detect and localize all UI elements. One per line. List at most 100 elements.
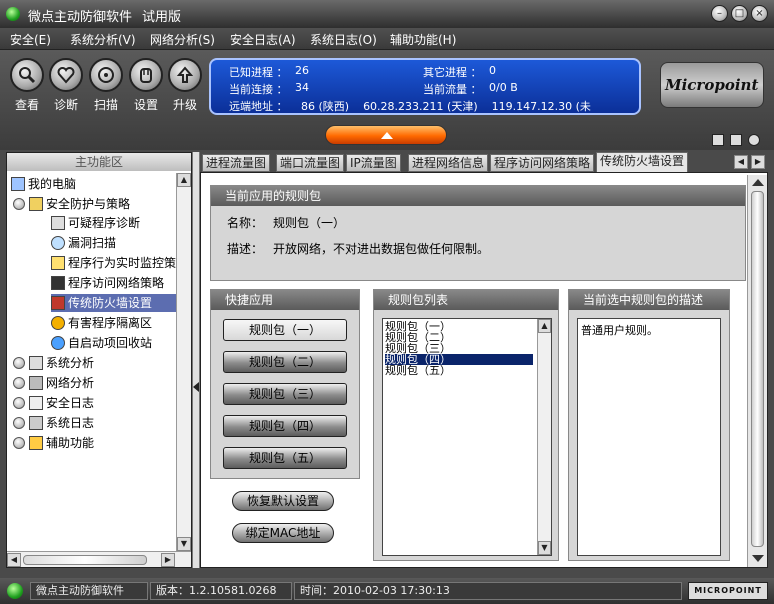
settings-button[interactable]: 设置 xyxy=(126,58,166,113)
known-process-label: 已知进程 ： xyxy=(229,66,288,79)
panel-toggle-button[interactable] xyxy=(325,125,447,145)
menu-system-log[interactable]: 系统日志(O) xyxy=(310,31,377,48)
rule-list-item[interactable]: 规则包（一） xyxy=(385,321,533,332)
tree-quarantine[interactable]: 有害程序隔离区 xyxy=(51,314,152,332)
network-icon xyxy=(51,276,65,290)
diagnose-button[interactable]: 诊断 xyxy=(46,58,86,113)
bind-mac-button[interactable]: 绑定MAC地址 xyxy=(232,523,334,543)
rule-listbox[interactable]: 规则包（一） 规则包（二） 规则包（三） 规则包（四） 规则包（五） ▲ ▼ xyxy=(382,318,552,556)
layout-window-icon[interactable] xyxy=(730,134,742,146)
status-icon xyxy=(7,583,23,599)
tab-program-network-policy[interactable]: 程序访问网络策略 xyxy=(490,154,595,172)
rule-desc-value: 开放网络，不对进出数据包做任何限制。 xyxy=(273,242,490,256)
view-button[interactable]: 查看 xyxy=(7,58,47,113)
micropoint-badge: MICROPOINT xyxy=(688,582,768,600)
scroll-down-icon[interactable]: ▼ xyxy=(177,537,191,551)
upgrade-button[interactable]: 升级 xyxy=(165,58,205,113)
scroll-up-icon[interactable] xyxy=(752,179,764,186)
scroll-down-icon[interactable]: ▼ xyxy=(538,541,551,555)
rule-list-title: 规则包列表 xyxy=(374,290,558,310)
content-vscroll-thumb[interactable] xyxy=(751,191,764,547)
menu-system-analysis[interactable]: 系统分析(V) xyxy=(70,31,136,48)
tree-system-analysis[interactable]: 系统分析 xyxy=(13,354,94,372)
scroll-up-icon[interactable]: ▲ xyxy=(177,173,191,187)
tree-network-analysis[interactable]: 网络分析 xyxy=(13,374,94,392)
quick-rule-3-button[interactable]: 规则包（三） xyxy=(223,383,347,405)
sidebar-hscroll-thumb[interactable] xyxy=(23,555,147,565)
quick-rule-4-button[interactable]: 规则包（四） xyxy=(223,415,347,437)
known-process-value: 26 xyxy=(295,64,309,77)
close-panel-icon[interactable] xyxy=(748,134,760,146)
tree-help-tools[interactable]: 辅助功能 xyxy=(13,434,94,452)
close-icon[interactable]: × xyxy=(751,5,768,22)
tab-next-icon[interactable]: ▶ xyxy=(751,155,765,169)
quick-rule-2-button[interactable]: 规则包（二） xyxy=(223,351,347,373)
expand-icon xyxy=(13,377,25,389)
maximize-icon[interactable]: □ xyxy=(731,5,748,22)
scroll-down-icon[interactable] xyxy=(752,555,764,562)
content-vscroll[interactable] xyxy=(747,175,767,567)
sidebar-hscroll[interactable]: ◀ ▶ xyxy=(7,551,191,567)
rule-list-item-selected[interactable]: 规则包（四） xyxy=(385,354,533,365)
title-bar[interactable]: 微点主动防御软件 试用版 – □ × xyxy=(0,0,774,28)
computer-icon xyxy=(11,177,25,191)
tree-security-policy[interactable]: 安全防护与策略 xyxy=(13,195,130,213)
tree-vuln-scan[interactable]: 漏洞扫描 xyxy=(51,234,116,252)
scroll-up-icon[interactable]: ▲ xyxy=(538,319,551,333)
expand-icon xyxy=(13,417,25,429)
remote-address-label: 远端地址 ： xyxy=(229,100,288,113)
current-rule-group: 当前应用的规则包 名称： 规则包（一） 描述： 开放网络，不对进出数据包做任何限… xyxy=(210,185,746,281)
tree-suspicious-diagnose[interactable]: 可疑程序诊断 xyxy=(51,214,140,232)
connection-label: 当前连接 ： xyxy=(229,83,288,96)
scroll-left-icon[interactable]: ◀ xyxy=(7,553,21,567)
biohazard-icon xyxy=(51,316,65,330)
shield-icon xyxy=(29,197,43,211)
tree-behavior-monitor[interactable]: 程序行为实时监控策 xyxy=(51,254,176,272)
log-icon xyxy=(29,396,43,410)
tree-startup-recycle[interactable]: 自启动项回收站 xyxy=(51,334,152,352)
sidebar-collapse-bar[interactable] xyxy=(192,152,200,568)
minimize-icon[interactable]: – xyxy=(711,5,728,22)
rule-list-item[interactable]: 规则包（三） xyxy=(385,343,533,354)
rule-list-item[interactable]: 规则包（五） xyxy=(385,365,533,376)
tab-ip-traffic[interactable]: IP流量图 xyxy=(346,154,401,172)
menu-network-analysis[interactable]: 网络分析(S) xyxy=(150,31,215,48)
firewall-content: 当前应用的规则包 名称： 规则包（一） 描述： 开放网络，不对进出数据包做任何限… xyxy=(200,172,768,568)
sidebar-vscroll[interactable]: ▲ ▼ xyxy=(176,173,191,551)
menu-help-tools[interactable]: 辅助功能(H) xyxy=(390,31,456,48)
tab-firewall-settings[interactable]: 传统防火墙设置 xyxy=(596,152,689,172)
menu-bar: 安全(E) 系统分析(V) 网络分析(S) 安全日志(A) 系统日志(O) 辅助… xyxy=(0,28,774,50)
rule-desc-label: 描述： xyxy=(227,242,264,256)
tab-prev-icon[interactable]: ◀ xyxy=(734,155,748,169)
menu-security[interactable]: 安全(E) xyxy=(10,31,51,48)
rule-name-label: 名称： xyxy=(227,216,264,230)
app-window: 微点主动防御软件 试用版 – □ × 安全(E) 系统分析(V) 网络分析(S)… xyxy=(0,0,774,604)
scan-button[interactable]: 扫描 xyxy=(86,58,126,113)
hand-icon xyxy=(129,58,163,92)
menu-security-log[interactable]: 安全日志(A) xyxy=(230,31,296,48)
selected-desc-group: 当前选中规则包的描述 普通用户规则。 xyxy=(568,289,730,561)
rule-list-vscroll[interactable]: ▲ ▼ xyxy=(537,319,551,555)
tree-security-log[interactable]: 安全日志 xyxy=(13,394,94,412)
expand-icon xyxy=(13,198,25,210)
restore-default-button[interactable]: 恢复默认设置 xyxy=(232,491,334,511)
tree-system-log[interactable]: 系统日志 xyxy=(13,414,94,432)
tab-process-network[interactable]: 进程网络信息 xyxy=(408,154,489,172)
status-app-name: 微点主动防御软件 xyxy=(30,582,148,600)
traffic-label: 当前流量 ： xyxy=(423,83,482,96)
tree-firewall-settings[interactable]: 传统防火墙设置 xyxy=(51,294,179,312)
tree-my-computer[interactable]: 我的电脑 xyxy=(11,175,76,193)
tab-port-traffic[interactable]: 端口流量图 xyxy=(276,154,345,172)
scroll-right-icon[interactable]: ▶ xyxy=(161,553,175,567)
heart-icon xyxy=(49,58,83,92)
layout-list-icon[interactable] xyxy=(712,134,724,146)
window-title: 微点主动防御软件 xyxy=(28,10,133,25)
system-icon xyxy=(29,356,43,370)
rule-list-item[interactable]: 规则包（二） xyxy=(385,332,533,343)
quick-rule-5-button[interactable]: 规则包（五） xyxy=(223,447,347,469)
tab-process-traffic[interactable]: 进程流量图 xyxy=(202,154,271,172)
tree-network-policy[interactable]: 程序访问网络策略 xyxy=(51,274,164,292)
expand-icon xyxy=(13,397,25,409)
quick-rule-1-button[interactable]: 规则包（一） xyxy=(223,319,347,341)
expand-icon xyxy=(13,437,25,449)
